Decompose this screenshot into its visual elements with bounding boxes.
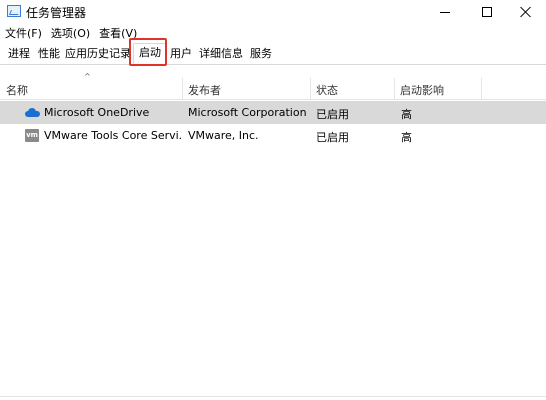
column-header-startup-impact[interactable]: 启动影响 (400, 82, 444, 98)
column-header-publisher[interactable]: 发布者 (188, 82, 221, 98)
onedrive-cloud-icon (25, 108, 40, 117)
vmware-icon: vm (25, 129, 39, 142)
table-header: 名称 发布者 状态 启动影响 (0, 78, 546, 100)
row-status: 已启用 (316, 108, 349, 121)
tab-services[interactable]: 服务 (248, 45, 274, 65)
row-name: VMware Tools Core Servi... (44, 129, 182, 142)
column-header-status[interactable]: 状态 (316, 82, 338, 98)
minimize-icon (440, 11, 450, 13)
task-manager-icon (7, 5, 21, 17)
maximize-icon (482, 7, 492, 17)
maximize-button[interactable] (467, 0, 507, 24)
menu-bar: 文件(F) 选项(O) 查看(V) (0, 24, 546, 42)
tab-processes[interactable]: 进程 (4, 45, 34, 65)
column-divider[interactable] (182, 78, 183, 100)
row-publisher: Microsoft Corporation (188, 106, 307, 119)
table-row[interactable]: Microsoft OneDrive Microsoft Corporation… (0, 101, 546, 124)
window-title: 任务管理器 (26, 6, 87, 20)
row-impact: 高 (401, 131, 412, 144)
title-bar: 任务管理器 (0, 0, 546, 24)
menu-file[interactable]: 文件(F) (0, 24, 42, 42)
column-divider[interactable] (394, 78, 395, 100)
column-divider[interactable] (481, 78, 482, 100)
tab-details[interactable]: 详细信息 (196, 45, 246, 65)
column-divider[interactable] (310, 78, 311, 100)
row-status: 已启用 (316, 131, 349, 144)
row-impact: 高 (401, 108, 412, 121)
tab-startup[interactable]: 启动 (133, 43, 167, 65)
tab-bar: 进程 性能 应用历史记录 启动 用户 详细信息 服务 (0, 43, 546, 65)
menu-options[interactable]: 选项(O) (46, 24, 90, 42)
tab-users[interactable]: 用户 (168, 45, 194, 65)
minimize-button[interactable] (425, 0, 465, 24)
bottom-divider (0, 396, 546, 397)
menu-view[interactable]: 查看(V) (94, 24, 137, 42)
row-publisher: VMware, Inc. (188, 129, 259, 142)
tab-app-history[interactable]: 应用历史记录 (64, 45, 132, 65)
row-name: Microsoft OneDrive (44, 106, 150, 119)
table-row[interactable]: vm VMware Tools Core Servi... VMware, In… (0, 124, 546, 147)
close-icon (520, 6, 532, 18)
tab-performance[interactable]: 性能 (35, 45, 63, 65)
column-header-name[interactable]: 名称 (6, 82, 28, 98)
close-button[interactable] (506, 0, 546, 24)
